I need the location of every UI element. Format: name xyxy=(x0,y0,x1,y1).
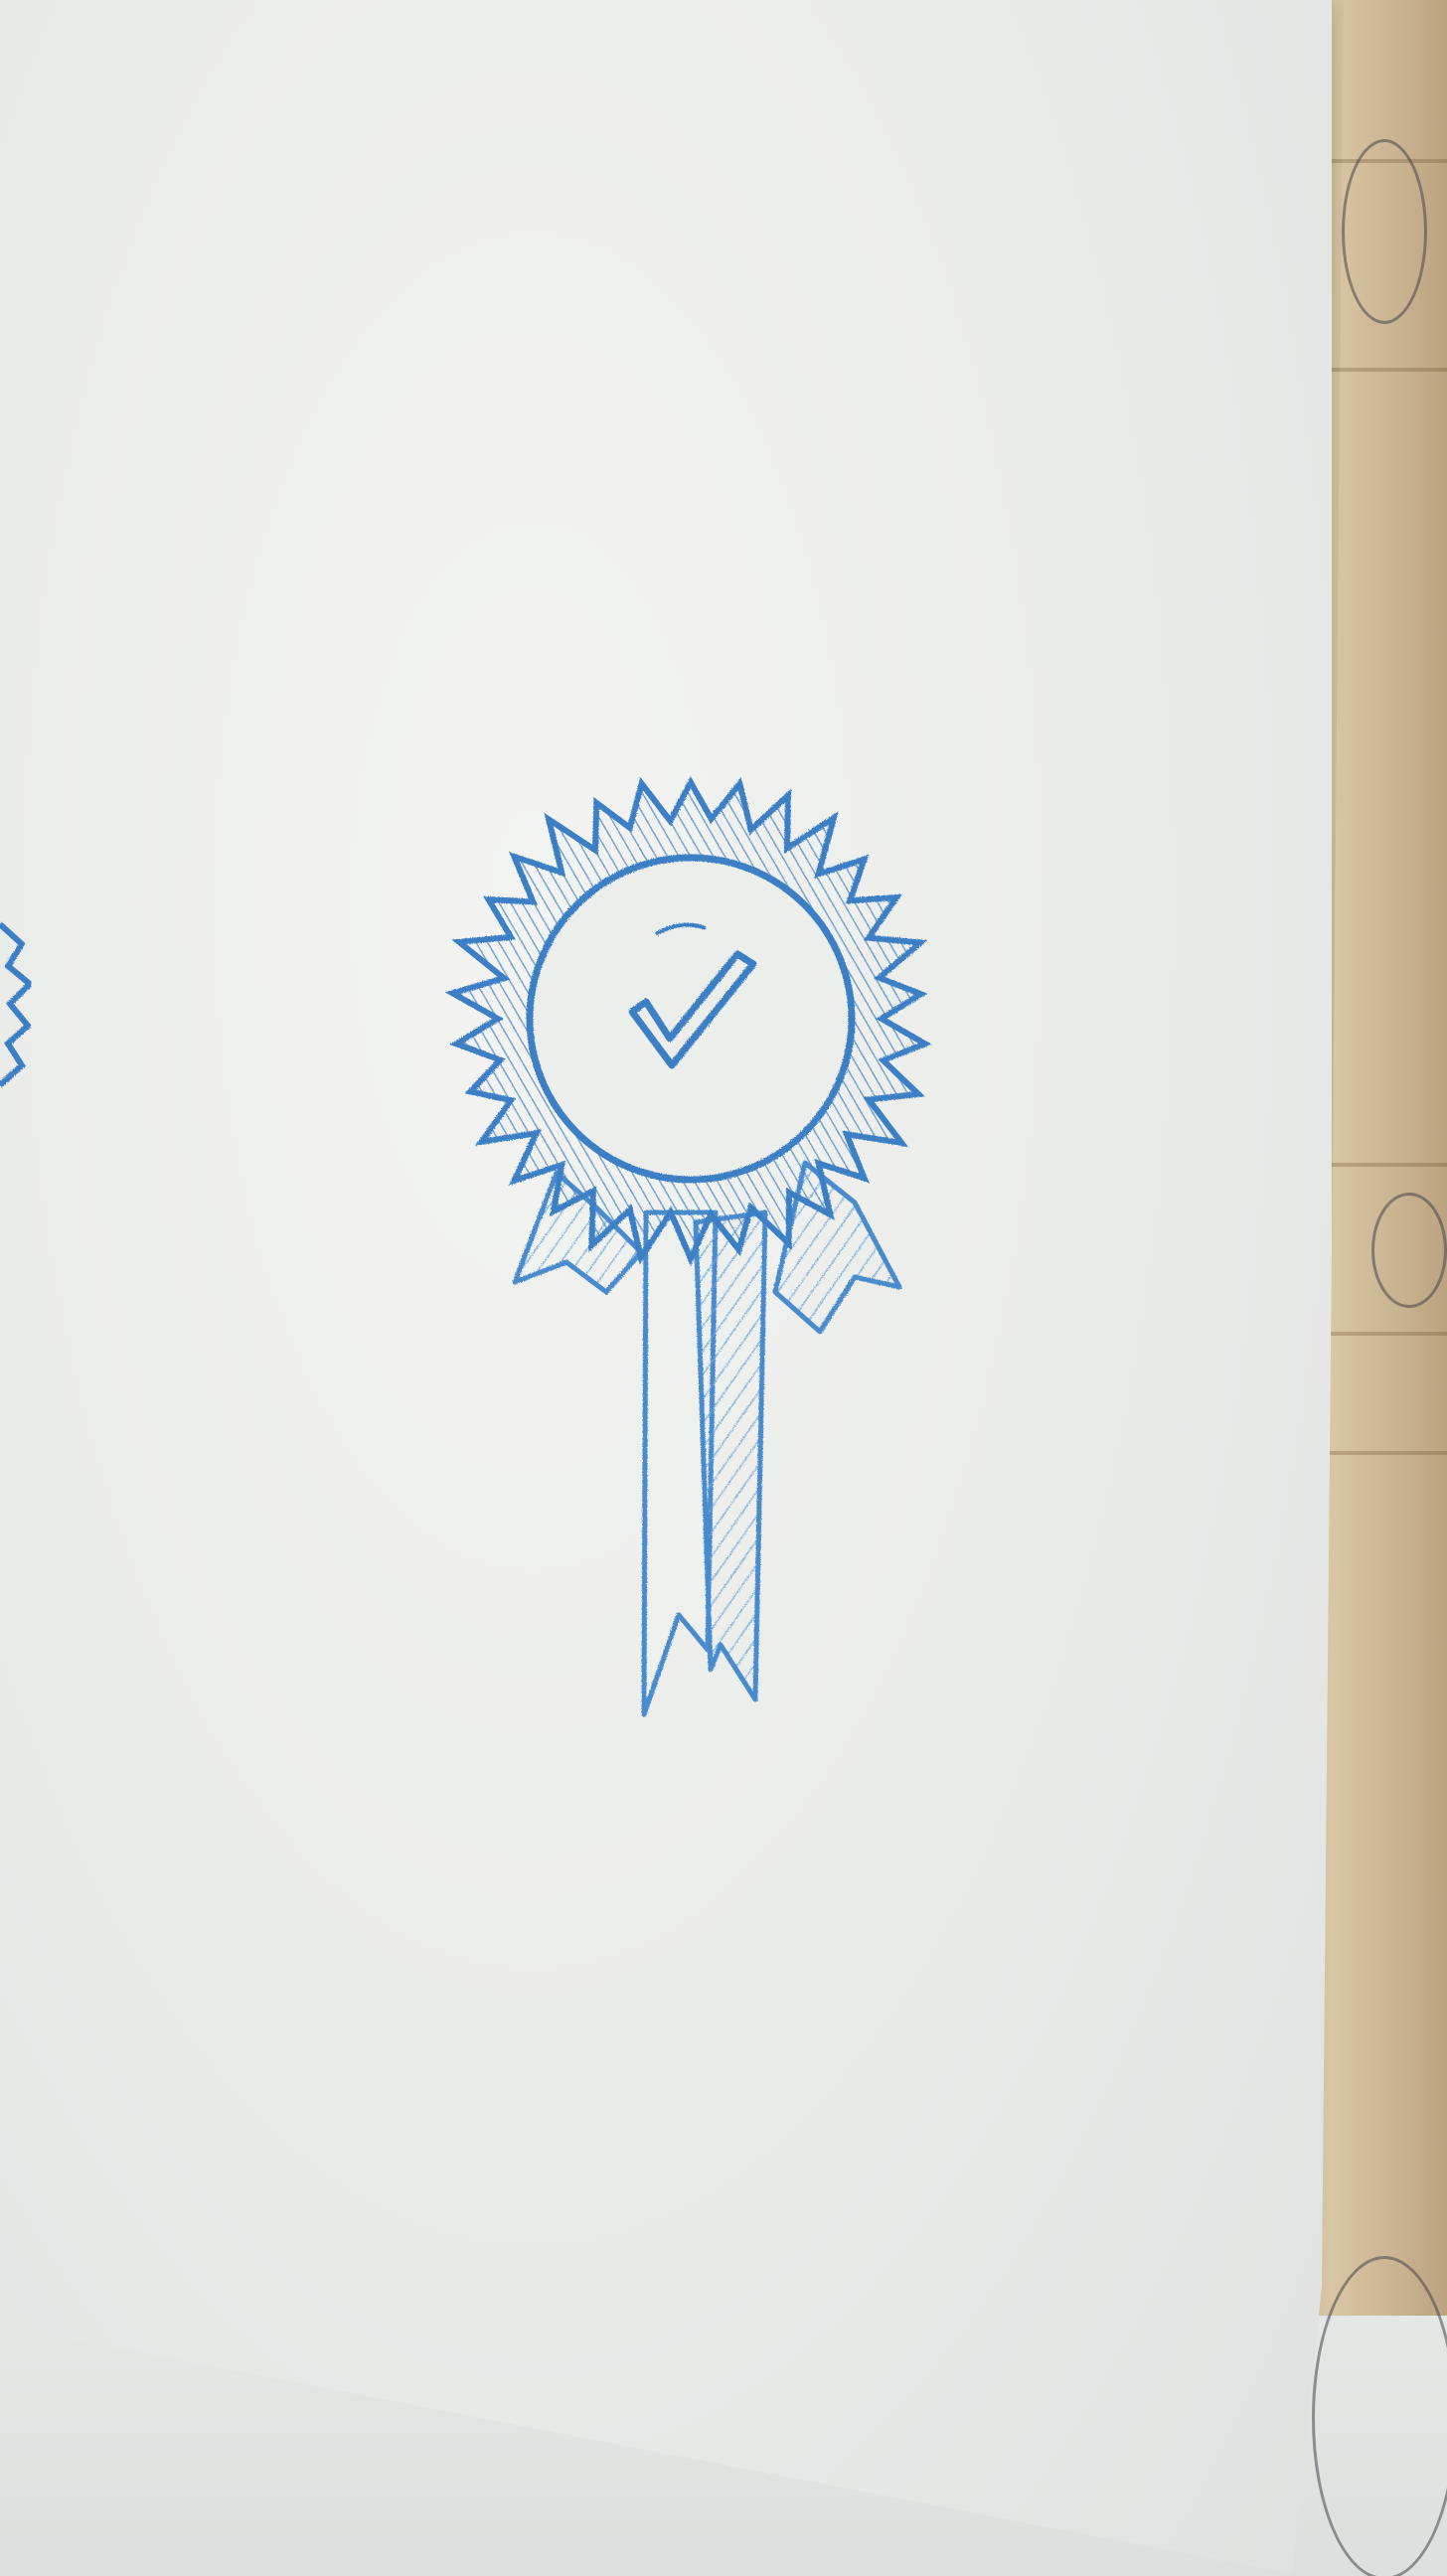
ribbon-tails xyxy=(512,1160,902,1717)
rosette-center-circle xyxy=(526,854,856,1184)
photo-scene xyxy=(0,0,1447,2576)
rosette-drawing xyxy=(0,776,932,1717)
partial-rosette-left xyxy=(0,921,35,1088)
